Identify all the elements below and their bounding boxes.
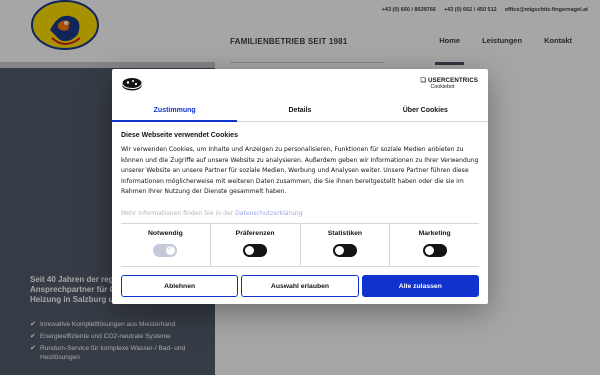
category-necessary: Notwendig bbox=[121, 224, 210, 266]
allow-selection-button[interactable]: Auswahl erlauben bbox=[241, 275, 359, 297]
consent-categories: Notwendig Präferenzen Statistiken Market… bbox=[121, 223, 479, 267]
preferences-toggle[interactable] bbox=[243, 244, 268, 257]
tab-details[interactable]: Details bbox=[237, 100, 362, 121]
consent-tabs: Zustimmung Details Über Cookies bbox=[112, 100, 488, 122]
more-info-line: Mehr Informationen finden Sie in der Dat… bbox=[121, 210, 479, 217]
tab-zustimmung[interactable]: Zustimmung bbox=[112, 100, 238, 122]
category-label: Marketing bbox=[418, 230, 451, 237]
consent-buttons: Ablehnen Auswahl erlauben Alle zulassen bbox=[121, 275, 479, 297]
brand-name: USERCENTRICS bbox=[427, 77, 478, 84]
toggle-knob bbox=[245, 246, 255, 255]
toggle-knob bbox=[166, 244, 176, 255]
necessary-toggle[interactable] bbox=[153, 244, 178, 257]
privacy-policy-link[interactable]: Datenschutzerklärung bbox=[235, 210, 303, 217]
brand-sub: Cookiebot bbox=[430, 84, 455, 90]
dialog-header: ❑ USERCENTRICS Cookiebot bbox=[112, 69, 488, 99]
category-label: Präferenzen bbox=[235, 230, 275, 237]
category-label: Notwendig bbox=[148, 230, 183, 237]
toggle-knob bbox=[334, 246, 344, 255]
statistics-toggle[interactable] bbox=[332, 244, 357, 257]
dialog-text-container[interactable]: Wir verwenden Cookies, um Inhalte und An… bbox=[121, 145, 479, 219]
toggle-knob bbox=[424, 246, 434, 255]
dialog-body: Diese Webseite verwendet Cookies Wir ver… bbox=[121, 132, 479, 219]
allow-all-button[interactable]: Alle zulassen bbox=[361, 275, 479, 297]
category-statistics: Statistiken bbox=[299, 224, 390, 266]
usercentrics-mark-icon: ❑ bbox=[420, 77, 428, 84]
category-marketing: Marketing bbox=[389, 224, 479, 266]
category-label: Statistiken bbox=[327, 230, 363, 237]
marketing-toggle[interactable] bbox=[422, 244, 447, 257]
category-preferences: Präferenzen bbox=[209, 224, 300, 266]
cookie-icon bbox=[121, 77, 143, 91]
dialog-text: Wir verwenden Cookies, um Inhalte und An… bbox=[121, 146, 479, 196]
dialog-title: Diese Webseite verwendet Cookies bbox=[121, 132, 238, 139]
more-info-text: Mehr Informationen finden Sie in der bbox=[121, 210, 234, 217]
usercentrics-logo[interactable]: ❑ USERCENTRICS Cookiebot bbox=[421, 77, 479, 90]
decline-button[interactable]: Ablehnen bbox=[121, 275, 239, 297]
tab-about-cookies[interactable]: Über Cookies bbox=[363, 100, 488, 121]
cookie-consent-dialog: ❑ USERCENTRICS Cookiebot Zustimmung Deta… bbox=[112, 69, 488, 304]
